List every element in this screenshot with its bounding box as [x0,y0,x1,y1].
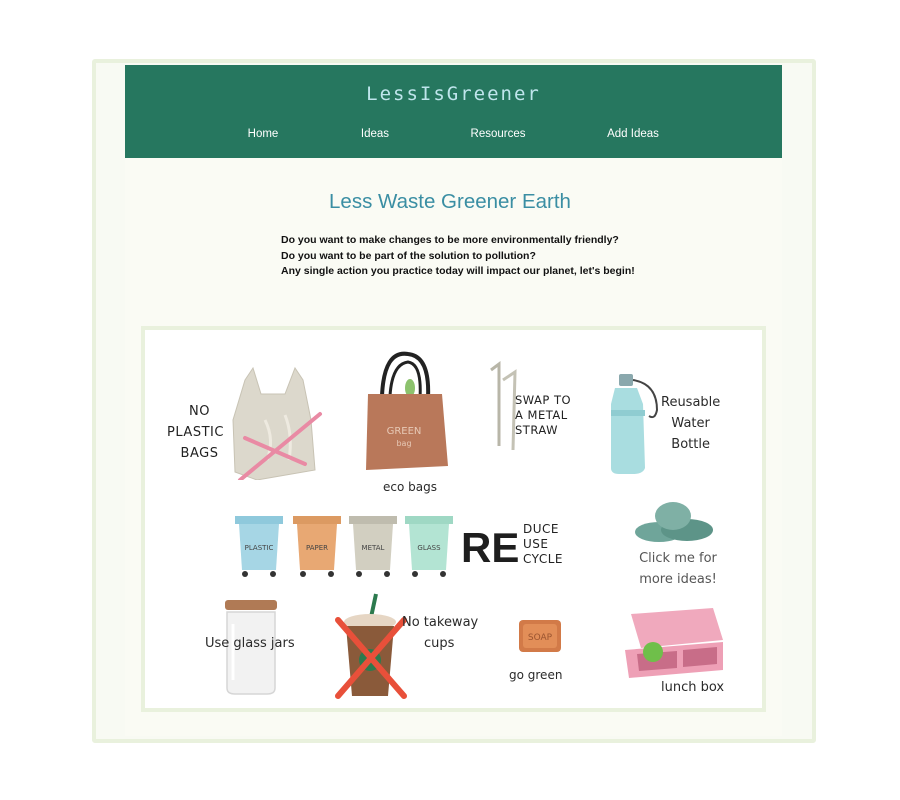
eco-bags-label: eco bags [383,480,437,494]
more-ideas-text: more ideas! [639,572,717,587]
go-green-soap-tile[interactable]: SOAP go green [495,616,595,696]
reusable-bottle-tile[interactable]: Reusable Water Bottle [605,370,725,480]
lunch-box-label: lunch box [661,680,725,695]
nav-add-ideas[interactable]: Add Ideas [607,128,659,140]
intro-line: Do you want to make changes to be more e… [281,234,619,246]
eco-bag-icon: GREEN bag [366,351,448,470]
go-green-label: go green [509,668,563,682]
bottle-text: Water [671,416,710,431]
bin-label: PAPER [306,544,328,552]
lunch-box-tile[interactable]: lunch box [617,606,747,702]
straw-text: STRAW [515,423,558,437]
straw-text: A METAL [515,408,568,422]
nav-resources[interactable]: Resources [471,128,526,140]
re-word: USE [523,537,549,551]
more-ideas-link[interactable]: Click me for more ideas! [615,496,735,596]
bin-label: PLASTIC [245,544,274,552]
bottle-text: Reusable [661,395,721,410]
takeaway-text: No takeway [402,615,479,630]
nav-home[interactable]: Home [248,128,279,140]
page-title: Less Waste Greener Earth [329,190,571,213]
no-plastic-text: NO [189,404,210,419]
ideas-image-grid: NO PLASTIC BAGS GREEN bag eco bags SWAP … [141,326,766,712]
no-plastic-text: PLASTIC [167,425,224,440]
bin-label: GLASS [417,544,441,552]
re-word: CYCLE [523,552,563,566]
no-plastic-text: BAGS [180,446,219,461]
more-ideas-text: Click me for [639,551,717,566]
recycle-bins-icon: PLASTIC PAPER METAL GLASS [235,516,453,577]
metal-straw-tile[interactable]: SWAP TO A METAL STRAW [485,360,595,460]
soap-text: SOAP [528,633,553,643]
plastic-bag-icon [232,366,322,480]
nav-ideas[interactable]: Ideas [361,128,389,140]
glass-jars-label: Use glass jars [205,636,295,651]
intro-line: Any single action you practice today wil… [281,265,635,277]
intro-line: Do you want to be part of the solution t… [281,249,536,262]
intro-text: Do you want to make changes to be more e… [281,233,635,280]
re-word: DUCE [523,522,559,536]
site-header: LessIsGreener Home Ideas Resources Add I… [125,65,782,158]
water-bottle-icon [611,374,659,474]
soap-bar-icon: SOAP [519,620,561,652]
eco-bag-print: bag [396,439,411,448]
bin-label: METAL [362,544,385,552]
no-takeaway-cups-tile[interactable]: No takeway cups [330,592,480,702]
no-plastic-bags-tile[interactable]: NO PLASTIC BAGS [165,350,325,490]
eco-bags-tile[interactable]: GREEN bag eco bags [345,344,465,494]
plant-leaves-icon [635,502,713,542]
bottle-text: Bottle [671,437,710,452]
takeaway-cup-icon [335,593,407,699]
eco-bag-print: GREEN [387,426,422,437]
recycle-bins-tile[interactable]: PLASTIC PAPER METAL GLASS RE DUCE USE CY… [233,516,583,580]
re-big-text: RE [461,524,520,571]
lunch-box-icon [625,608,723,678]
takeaway-text: cups [424,636,455,651]
straw-text: SWAP TO [515,393,572,407]
site-logo[interactable]: LessIsGreener [125,83,782,105]
